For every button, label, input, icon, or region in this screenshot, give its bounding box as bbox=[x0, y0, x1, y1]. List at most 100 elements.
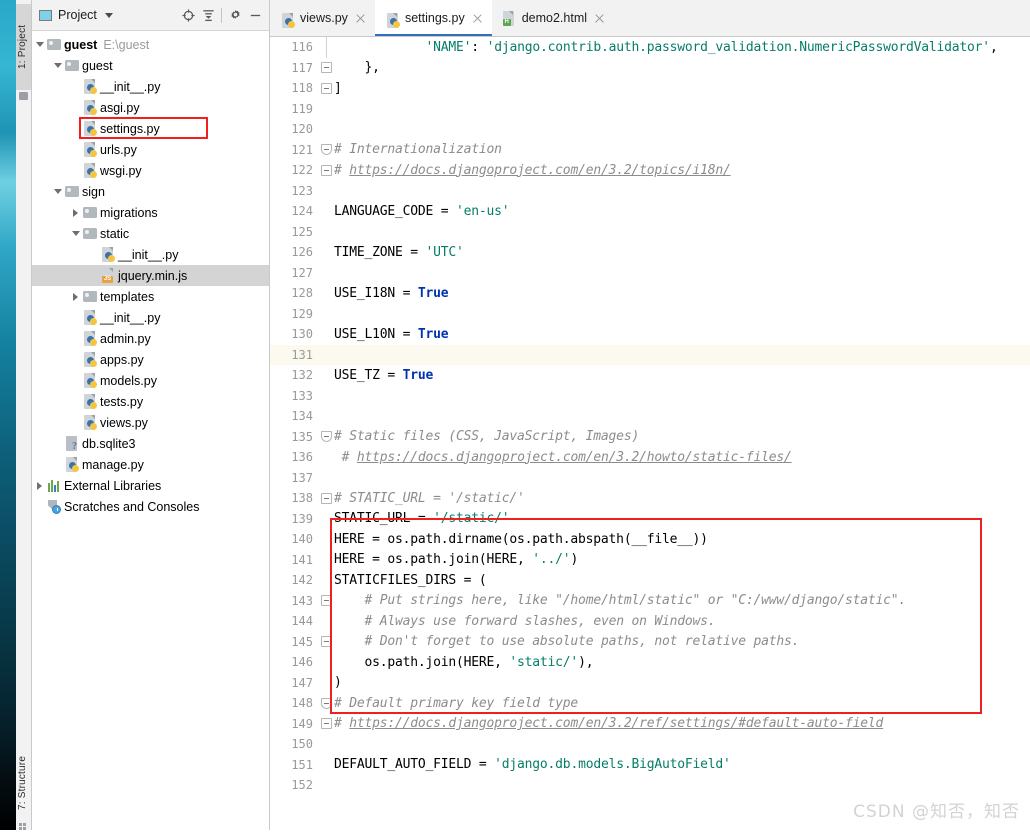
close-icon[interactable] bbox=[355, 13, 366, 24]
settings-button[interactable] bbox=[225, 5, 245, 25]
tree-item-sign[interactable]: sign bbox=[31, 181, 269, 202]
tree-item--init-py[interactable]: __init__.py bbox=[31, 307, 269, 328]
code-fold-toggle[interactable] bbox=[320, 714, 334, 735]
code-line[interactable]: 140 HERE = os.path.dirname(os.path.abspat… bbox=[270, 529, 1030, 550]
tree-item-jquery-min-js[interactable]: JS jquery.min.js bbox=[31, 265, 269, 286]
tree-item-templates[interactable]: templates bbox=[31, 286, 269, 307]
collapse-all-button[interactable] bbox=[198, 5, 218, 25]
tree-item-scratches-and-consoles[interactable]: Scratches and Consoles bbox=[31, 496, 269, 517]
code-line[interactable]: 134 bbox=[270, 406, 1030, 427]
code-fold-toggle[interactable] bbox=[320, 488, 334, 509]
fold-gutter bbox=[320, 181, 334, 202]
tree-item-urls-py[interactable]: urls.py bbox=[31, 139, 269, 160]
code-line[interactable]: 139 STATIC_URL = '/static/' bbox=[270, 509, 1030, 530]
code-line[interactable]: 132 USE_TZ = True bbox=[270, 365, 1030, 386]
project-title-group[interactable]: Project bbox=[35, 8, 178, 22]
chevron-right-icon[interactable] bbox=[69, 202, 82, 223]
code-line[interactable]: 116 'NAME': 'django.contrib.auth.passwor… bbox=[270, 37, 1030, 58]
chevron-down-icon[interactable] bbox=[51, 55, 64, 76]
code-fold-toggle[interactable] bbox=[320, 591, 334, 612]
chevron-down-icon[interactable] bbox=[51, 181, 64, 202]
chevron-right-icon[interactable] bbox=[33, 475, 46, 496]
code-line[interactable]: 152 bbox=[270, 775, 1030, 796]
code-line[interactable]: 151 DEFAULT_AUTO_FIELD = 'django.db.model… bbox=[270, 755, 1030, 776]
code-text: STATICFILES_DIRS = ( bbox=[334, 572, 487, 588]
code-line[interactable]: 143 # Put strings here, like "/home/html… bbox=[270, 591, 1030, 612]
tool-window-tab-project[interactable]: 1: Project bbox=[16, 4, 31, 90]
chevron-down-icon[interactable] bbox=[69, 223, 82, 244]
editor-tab-settings-py[interactable]: settings.py bbox=[374, 0, 492, 36]
code-fold-toggle[interactable] bbox=[320, 78, 334, 99]
code-line[interactable]: 147) bbox=[270, 673, 1030, 694]
code-fold-toggle[interactable] bbox=[320, 693, 334, 714]
tool-window-tab-structure[interactable]: 7: Structure bbox=[16, 740, 31, 826]
tree-item-migrations[interactable]: migrations bbox=[31, 202, 269, 223]
code-line[interactable]: 150 bbox=[270, 734, 1030, 755]
code-line[interactable]: 129 bbox=[270, 304, 1030, 325]
tree-item-manage-py[interactable]: manage.py bbox=[31, 454, 269, 475]
code-line[interactable]: 148 # Default primary key field type bbox=[270, 693, 1030, 714]
code-line[interactable]: 137 bbox=[270, 468, 1030, 489]
tree-item-apps-py[interactable]: apps.py bbox=[31, 349, 269, 370]
locate-button[interactable] bbox=[178, 5, 198, 25]
tree-item-admin-py[interactable]: admin.py bbox=[31, 328, 269, 349]
tree-item-external-libraries[interactable]: External Libraries bbox=[31, 475, 269, 496]
hide-panel-button[interactable] bbox=[245, 5, 265, 25]
code-line[interactable]: 141 HERE = os.path.join(HERE, '../') bbox=[270, 550, 1030, 571]
tree-item-views-py[interactable]: views.py bbox=[31, 412, 269, 433]
line-number: 121 bbox=[291, 142, 313, 157]
code-line[interactable]: 126 TIME_ZONE = 'UTC' bbox=[270, 242, 1030, 263]
chevron-down-icon[interactable] bbox=[33, 34, 46, 55]
code-line[interactable]: 123 bbox=[270, 181, 1030, 202]
chevron-right-icon[interactable] bbox=[69, 286, 82, 307]
tree-item-wsgi-py[interactable]: wsgi.py bbox=[31, 160, 269, 181]
chevron-down-icon[interactable] bbox=[104, 12, 113, 18]
code-line[interactable]: 145 # Don't forget to use absolute paths… bbox=[270, 632, 1030, 653]
tree-item-static[interactable]: static bbox=[31, 223, 269, 244]
tree-item-asgi-py[interactable]: asgi.py bbox=[31, 97, 269, 118]
tree-item-icon bbox=[82, 202, 99, 223]
code-line[interactable]: 144 # Always use forward slashes, even o… bbox=[270, 611, 1030, 632]
code-line[interactable]: 125 bbox=[270, 222, 1030, 243]
code-line[interactable]: 142 STATICFILES_DIRS = ( bbox=[270, 570, 1030, 591]
tree-item-settings-py[interactable]: settings.py bbox=[31, 118, 269, 139]
tree-item-guest[interactable]: guest E:\guest bbox=[31, 34, 269, 55]
tree-item-db-sqlite3[interactable]: ? db.sqlite3 bbox=[31, 433, 269, 454]
code-line[interactable]: 138 # STATIC_URL = '/static/' bbox=[270, 488, 1030, 509]
code-line[interactable]: 128 USE_I18N = True bbox=[270, 283, 1030, 304]
tree-item-models-py[interactable]: models.py bbox=[31, 370, 269, 391]
code-line[interactable]: 131 bbox=[270, 344, 1030, 365]
code-line[interactable]: 121 # Internationalization bbox=[270, 140, 1030, 161]
code-line[interactable]: 124 LANGUAGE_CODE = 'en-us' bbox=[270, 201, 1030, 222]
code-fold-toggle[interactable] bbox=[320, 632, 334, 653]
code-line[interactable]: 133 bbox=[270, 386, 1030, 407]
close-icon[interactable] bbox=[594, 13, 605, 24]
code-line[interactable]: 135 # Static files (CSS, JavaScript, Imag… bbox=[270, 427, 1030, 448]
tree-item-guest[interactable]: guest bbox=[31, 55, 269, 76]
project-tree[interactable]: guest E:\guest guest __init__.py asgi.py sett… bbox=[31, 31, 269, 517]
editor-tab-demo2-html[interactable]: Hdemo2.html bbox=[491, 0, 615, 36]
code-fold-toggle[interactable] bbox=[320, 140, 334, 161]
code-line[interactable]: 118] bbox=[270, 78, 1030, 99]
code-fold-toggle[interactable] bbox=[320, 37, 334, 58]
tree-item-tests-py[interactable]: tests.py bbox=[31, 391, 269, 412]
code-line[interactable]: 119 bbox=[270, 99, 1030, 120]
code-fold-toggle[interactable] bbox=[320, 160, 334, 181]
code-fold-toggle[interactable] bbox=[320, 58, 334, 79]
code-line[interactable]: 127 bbox=[270, 263, 1030, 284]
html-file-icon: H bbox=[502, 10, 516, 26]
tree-item--init-py[interactable]: __init__.py bbox=[31, 244, 269, 265]
code-line[interactable]: 117 }, bbox=[270, 58, 1030, 79]
code-line[interactable]: 136 # https://docs.djangoproject.com/en/… bbox=[270, 447, 1030, 468]
code-fold-toggle[interactable] bbox=[320, 427, 334, 448]
fold-gutter bbox=[320, 386, 334, 407]
code-line[interactable]: 120 bbox=[270, 119, 1030, 140]
code-editor[interactable]: 116 'NAME': 'django.contrib.auth.passwor… bbox=[270, 37, 1030, 830]
tree-item--init-py[interactable]: __init__.py bbox=[31, 76, 269, 97]
code-line[interactable]: 149 # https://docs.djangoproject.com/en/3… bbox=[270, 714, 1030, 735]
editor-tab-views-py[interactable]: views.py bbox=[270, 0, 375, 36]
close-icon[interactable] bbox=[472, 13, 483, 24]
code-line[interactable]: 122 # https://docs.djangoproject.com/en/3… bbox=[270, 160, 1030, 181]
code-line[interactable]: 146 os.path.join(HERE, 'static/'), bbox=[270, 652, 1030, 673]
code-line[interactable]: 130 USE_L10N = True bbox=[270, 324, 1030, 345]
